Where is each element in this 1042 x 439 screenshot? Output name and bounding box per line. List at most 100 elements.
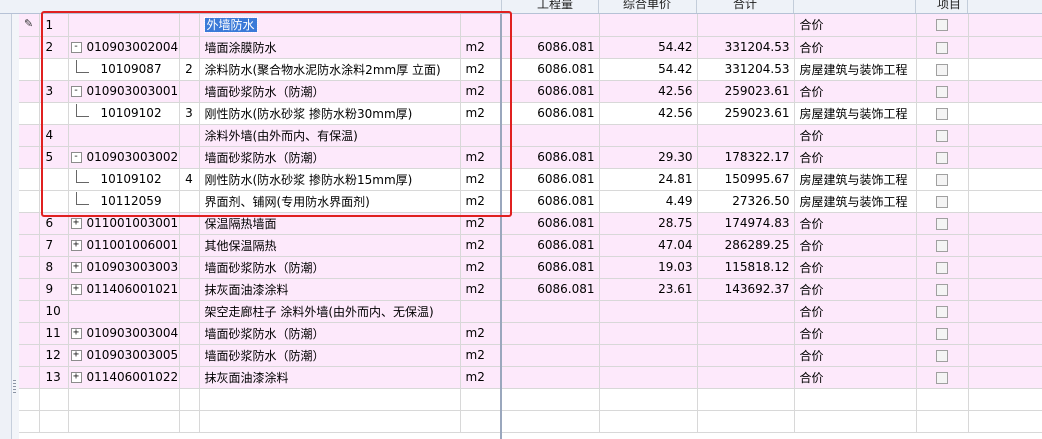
unit-price-cell[interactable] bbox=[599, 300, 698, 323]
item-checkbox[interactable] bbox=[936, 371, 948, 384]
empty-cell[interactable] bbox=[199, 410, 461, 433]
empty-cell[interactable] bbox=[179, 410, 200, 433]
unit-cell[interactable] bbox=[460, 124, 502, 147]
name-cell[interactable]: 刚性防水(防水砂浆 掺防水粉30mm厚) bbox=[199, 102, 461, 125]
quantity-cell[interactable]: 6086.081 bbox=[501, 256, 600, 279]
unit-price-cell[interactable]: 29.30 bbox=[599, 146, 698, 169]
table-row[interactable]: 9 +011406001021 抹灰面油漆涂料 m2 6086.081 23.61 1436… bbox=[19, 278, 1042, 301]
quantity-cell[interactable] bbox=[501, 366, 600, 389]
unit-cell[interactable]: m2 bbox=[460, 36, 502, 59]
unit-cell[interactable]: m2 bbox=[460, 58, 502, 81]
type-cell[interactable]: 合价 bbox=[794, 146, 917, 169]
item-checkbox-cell[interactable] bbox=[916, 168, 969, 191]
quantity-cell[interactable] bbox=[501, 300, 600, 323]
empty-row[interactable] bbox=[19, 410, 1042, 433]
name-cell[interactable]: 外墙防水 bbox=[199, 14, 461, 37]
item-checkbox[interactable] bbox=[936, 151, 948, 164]
empty-cell[interactable] bbox=[916, 388, 969, 411]
type-cell[interactable]: 合价 bbox=[794, 80, 917, 103]
total-cell[interactable] bbox=[697, 300, 795, 323]
seq-cell[interactable] bbox=[179, 146, 200, 169]
name-cell[interactable]: 墙面砂浆防水（防潮） bbox=[199, 146, 461, 169]
type-cell[interactable]: 房屋建筑与装饰工程 bbox=[794, 58, 917, 81]
empty-cell[interactable] bbox=[599, 388, 698, 411]
code-cell[interactable]: -010903003001 bbox=[68, 80, 180, 103]
quantity-cell[interactable]: 6086.081 bbox=[501, 102, 600, 125]
item-checkbox-cell[interactable] bbox=[916, 300, 969, 323]
seq-cell[interactable] bbox=[179, 80, 200, 103]
unit-price-cell[interactable]: 23.61 bbox=[599, 278, 698, 301]
code-cell[interactable]: 10112059 bbox=[68, 190, 180, 213]
selected-cell-text[interactable]: 外墙防水 bbox=[203, 17, 258, 34]
seq-cell[interactable] bbox=[179, 36, 200, 59]
unit-price-cell[interactable]: 24.81 bbox=[599, 168, 698, 191]
table-row[interactable]: 12 +010903003005 墙面砂浆防水（防潮） m2 合价 bbox=[19, 344, 1042, 367]
table-row[interactable]: 10109102 3 刚性防水(防水砂浆 掺防水粉30mm厚) m2 6086.081 4… bbox=[19, 102, 1042, 125]
expand-icon[interactable]: + bbox=[70, 218, 82, 229]
empty-cell[interactable] bbox=[794, 388, 917, 411]
empty-cell[interactable] bbox=[199, 388, 461, 411]
item-checkbox[interactable] bbox=[936, 63, 948, 76]
seq-cell[interactable]: 2 bbox=[179, 58, 200, 81]
seq-cell[interactable] bbox=[179, 322, 200, 345]
quantity-cell[interactable] bbox=[501, 322, 600, 345]
item-checkbox-cell[interactable] bbox=[916, 234, 969, 257]
seq-cell[interactable] bbox=[179, 300, 200, 323]
collapse-icon[interactable]: - bbox=[70, 152, 82, 163]
item-checkbox-cell[interactable] bbox=[916, 344, 969, 367]
table-row[interactable]: 10 架空走廊柱子 涂料外墙(由外而内、无保温) 合价 bbox=[19, 300, 1042, 323]
code-cell[interactable]: +011001006001 bbox=[68, 234, 180, 257]
code-cell[interactable]: +011001003001 bbox=[68, 212, 180, 235]
table-row[interactable]: 10112059 界面剂、铺网(专用防水界面剂) m2 6086.081 4.49 273… bbox=[19, 190, 1042, 213]
type-cell[interactable]: 合价 bbox=[794, 234, 917, 257]
unit-price-cell[interactable]: 54.42 bbox=[599, 36, 698, 59]
unit-price-cell[interactable]: 54.42 bbox=[599, 58, 698, 81]
seq-cell[interactable]: 3 bbox=[179, 102, 200, 125]
item-checkbox[interactable] bbox=[936, 129, 948, 142]
unit-cell[interactable] bbox=[460, 14, 502, 37]
unit-price-cell[interactable] bbox=[599, 322, 698, 345]
item-checkbox-cell[interactable] bbox=[916, 322, 969, 345]
header-quantity[interactable]: 工程量 bbox=[537, 0, 573, 13]
empty-cell[interactable] bbox=[39, 410, 69, 433]
code-cell[interactable]: 10109102 bbox=[68, 168, 180, 191]
total-cell[interactable]: 115818.12 bbox=[697, 256, 795, 279]
name-cell[interactable]: 墙面砂浆防水（防潮） bbox=[199, 256, 461, 279]
unit-price-cell[interactable]: 19.03 bbox=[599, 256, 698, 279]
unit-price-cell[interactable]: 28.75 bbox=[599, 212, 698, 235]
type-cell[interactable]: 房屋建筑与装饰工程 bbox=[794, 168, 917, 191]
empty-cell[interactable] bbox=[968, 410, 1042, 433]
code-cell[interactable] bbox=[68, 300, 180, 323]
table-row[interactable]: 3-010903003001 墙面砂浆防水（防潮） m2 6086.081 42.56 2… bbox=[19, 80, 1042, 103]
type-cell[interactable]: 合价 bbox=[794, 212, 917, 235]
expand-icon[interactable]: + bbox=[70, 240, 82, 251]
empty-cell[interactable] bbox=[68, 388, 180, 411]
item-checkbox[interactable] bbox=[936, 349, 948, 362]
name-cell[interactable]: 抹灰面油漆涂料 bbox=[199, 278, 461, 301]
empty-row[interactable] bbox=[19, 388, 1042, 411]
total-cell[interactable]: 259023.61 bbox=[697, 80, 795, 103]
seq-cell[interactable] bbox=[179, 344, 200, 367]
code-cell[interactable]: +011406001021 bbox=[68, 278, 180, 301]
unit-cell[interactable]: m2 bbox=[460, 80, 502, 103]
name-cell[interactable]: 抹灰面油漆涂料 bbox=[199, 366, 461, 389]
total-cell[interactable]: 143692.37 bbox=[697, 278, 795, 301]
empty-cell[interactable] bbox=[794, 410, 917, 433]
name-cell[interactable]: 保温隔热墙面 bbox=[199, 212, 461, 235]
type-cell[interactable]: 合价 bbox=[794, 14, 917, 37]
total-cell[interactable] bbox=[697, 124, 795, 147]
seq-cell[interactable] bbox=[179, 278, 200, 301]
quantity-cell[interactable]: 6086.081 bbox=[501, 80, 600, 103]
type-cell[interactable]: 合价 bbox=[794, 124, 917, 147]
quantity-cell[interactable] bbox=[501, 124, 600, 147]
unit-price-cell[interactable] bbox=[599, 14, 698, 37]
item-checkbox[interactable] bbox=[936, 41, 948, 54]
empty-cell[interactable] bbox=[39, 388, 69, 411]
seq-cell[interactable] bbox=[179, 190, 200, 213]
total-cell[interactable]: 331204.53 bbox=[697, 36, 795, 59]
seq-cell[interactable] bbox=[179, 234, 200, 257]
type-cell[interactable]: 合价 bbox=[794, 322, 917, 345]
item-checkbox-cell[interactable] bbox=[916, 212, 969, 235]
seq-cell[interactable] bbox=[179, 366, 200, 389]
total-cell[interactable]: 178322.17 bbox=[697, 146, 795, 169]
